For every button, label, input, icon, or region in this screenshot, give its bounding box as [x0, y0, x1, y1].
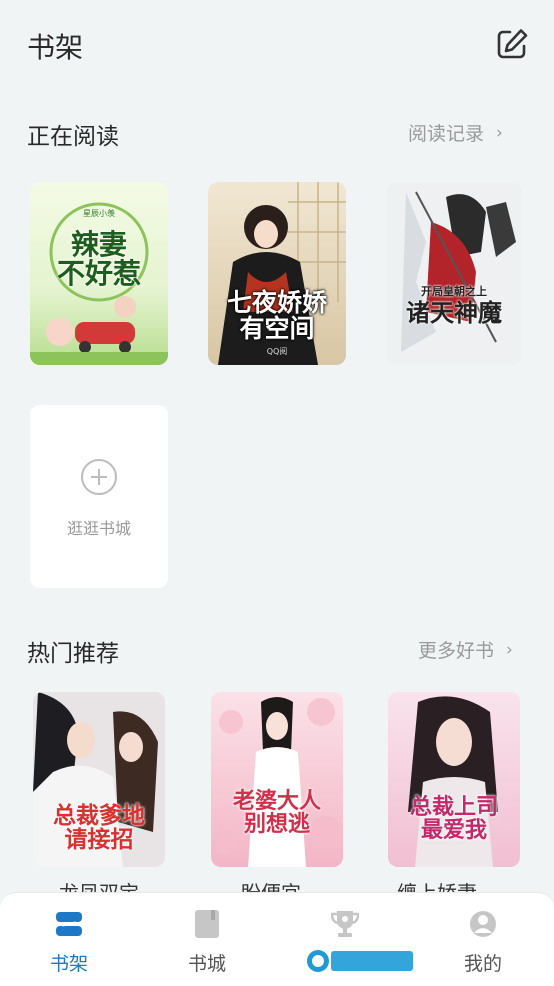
- book-tag: QQ阅: [266, 347, 288, 356]
- browse-store-label: 逛逛书城: [66, 519, 131, 538]
- trophy-icon: [331, 911, 359, 937]
- book-title-line2: 不好惹: [56, 257, 141, 291]
- page-title: 书架: [27, 31, 84, 64]
- more-books-label: 更多好书: [418, 640, 495, 662]
- bookshelf-icon: [56, 912, 82, 936]
- watermark-logo: [305, 946, 413, 976]
- book-title-line2: 有空间: [239, 314, 315, 344]
- reading-section-title: 正在阅读: [27, 124, 119, 150]
- chevron-right-icon: ›: [496, 122, 503, 143]
- tab-label: 我的: [463, 953, 502, 975]
- chevron-right-icon: ›: [506, 639, 513, 660]
- cover-title-line1: 老婆大人: [232, 788, 321, 814]
- edit-icon: [497, 29, 528, 59]
- recommended-book-cover[interactable]: 老婆大人 别想逃: [211, 692, 343, 867]
- tab-profile[interactable]: 我的: [414, 893, 552, 986]
- recommended-book-cover[interactable]: 总裁爹地 请接招: [33, 692, 165, 867]
- edit-button[interactable]: [495, 27, 529, 61]
- browse-store-card[interactable]: 逛逛书城: [30, 405, 168, 588]
- book-tag: 星辰小羡: [83, 209, 115, 218]
- book-title-line2: 诸天神魔: [406, 297, 502, 327]
- cover-title-line2: 请接招: [64, 826, 134, 854]
- book-icon: [195, 910, 219, 938]
- reading-history-link[interactable]: 阅读记录 ›: [408, 119, 503, 146]
- recommend-section-title: 热门推荐: [27, 641, 119, 667]
- reading-history-label: 阅读记录: [408, 123, 485, 145]
- tab-bookstore[interactable]: 书城: [138, 893, 276, 986]
- book-title-line1: 七夜娇娇: [226, 288, 327, 317]
- cover-title-line1: 总裁爹地: [53, 802, 145, 829]
- plus-circle-icon: [81, 459, 117, 495]
- bottom-tab-bar: 书架 书城 我的: [0, 892, 554, 986]
- user-icon: [470, 911, 496, 937]
- cover-title-line2: 别想逃: [243, 811, 310, 838]
- top-bar: 书架: [0, 0, 554, 90]
- recommended-book-cover[interactable]: 总裁上司 最爱我: [388, 692, 520, 867]
- book-title-line1: 辣妻: [70, 228, 127, 261]
- book-cover[interactable]: 辣妻 不好惹 星辰小羡: [30, 182, 168, 365]
- book-cover[interactable]: 七夜娇娇 有空间 QQ阅: [208, 182, 346, 365]
- tab-label: 书城: [187, 953, 226, 975]
- book-cover[interactable]: 开局皇朝之上 诸天神魔: [386, 182, 522, 365]
- tab-label: 书架: [49, 953, 88, 975]
- cover-title-line2: 最爱我: [420, 817, 487, 844]
- book-title-line1: 开局皇朝之上: [421, 285, 487, 298]
- more-books-link[interactable]: 更多好书 ›: [418, 636, 513, 663]
- cover-title-line1: 总裁上司: [409, 794, 498, 820]
- tab-bookshelf[interactable]: 书架: [0, 893, 138, 986]
